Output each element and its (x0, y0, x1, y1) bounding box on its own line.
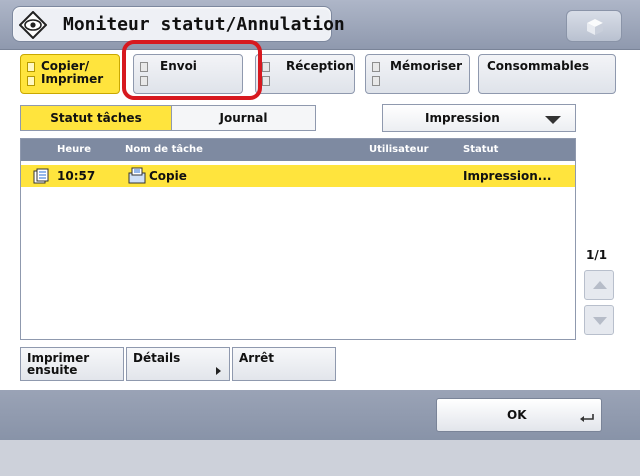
copy-job-icon (128, 167, 146, 184)
scroll-up-button[interactable] (584, 270, 614, 300)
button-label: OK (507, 408, 527, 422)
row-job-name: Copie (149, 169, 187, 183)
title-bar: Moniteur statut/Annulation (0, 0, 640, 50)
tab-store[interactable]: Mémoriser (365, 54, 470, 94)
page-title: Moniteur statut/Annulation (63, 14, 345, 35)
job-type-dropdown[interactable]: Impression (382, 104, 576, 132)
button-label: Imprimer ensuite (27, 352, 89, 376)
button-label: Arrêt (239, 351, 274, 365)
tab-label: Copier/ Imprimer (41, 60, 103, 86)
stop-button[interactable]: Arrêt (232, 347, 336, 381)
status-monitor-icon (19, 11, 47, 39)
button-label-line: ensuite (27, 363, 78, 377)
tab-label-line: Imprimer (41, 72, 104, 86)
row-status: Impression... (463, 169, 552, 183)
details-button[interactable]: Détails (126, 347, 230, 381)
tab-copy-print[interactable]: Copier/ Imprimer (20, 54, 120, 94)
dropdown-value: Impression (425, 111, 500, 125)
return-icon (580, 414, 594, 422)
tab-consumables[interactable]: Consommables (478, 54, 616, 94)
tab-reception[interactable]: Réception (255, 54, 355, 94)
indicator-lamp (27, 76, 35, 86)
header-user: Utilisateur (369, 144, 429, 155)
header-status: Statut (463, 144, 499, 155)
device-status-button[interactable] (566, 10, 622, 42)
caret-right-icon (216, 367, 221, 375)
arrow-down-icon (593, 317, 607, 325)
scroll-down-button[interactable] (584, 305, 614, 335)
list-header: Heure Nom de tâche Utilisateur Statut (21, 139, 575, 161)
header-job-name: Nom de tâche (125, 144, 203, 155)
document-icon (33, 168, 49, 184)
indicator-lamp (372, 62, 380, 72)
tab-label: Mémoriser (390, 59, 463, 73)
button-label: Détails (133, 351, 181, 365)
chevron-down-icon (545, 116, 561, 124)
indicator-lamp (262, 62, 270, 72)
indicator-lamp (372, 76, 380, 86)
tab-label: Consommables (487, 59, 590, 73)
tab-job-status[interactable]: Statut tâches (21, 106, 171, 130)
title-box: Moniteur statut/Annulation (12, 6, 345, 42)
callout-ring (122, 40, 262, 100)
indicator-lamp (262, 76, 270, 86)
tab-label: Réception (286, 59, 354, 73)
print-next-button[interactable]: Imprimer ensuite (20, 347, 124, 381)
bottom-strip (0, 440, 640, 476)
tab-log[interactable]: Journal (171, 106, 315, 130)
cube-icon (587, 19, 603, 35)
table-row[interactable]: 10:57 Copie Impression... (21, 165, 575, 187)
row-time: 10:57 (57, 169, 96, 183)
indicator-lamp (27, 62, 35, 72)
page-indicator: 1/1 (586, 248, 608, 262)
sub-tab-group: Statut tâches Journal (20, 105, 316, 131)
ok-button[interactable]: OK (436, 398, 602, 432)
arrow-up-icon (593, 281, 607, 289)
header-time: Heure (57, 144, 91, 155)
job-list: Heure Nom de tâche Utilisateur Statut 10… (20, 138, 576, 340)
